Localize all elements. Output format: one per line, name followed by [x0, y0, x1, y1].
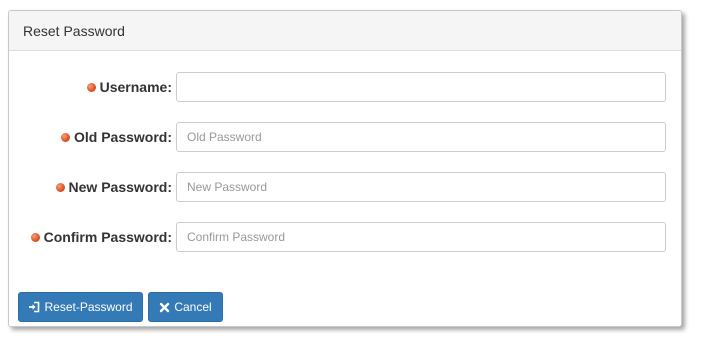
required-dot-icon: [30, 232, 40, 242]
sign-in-icon: [28, 301, 40, 313]
confirm-password-input[interactable]: [176, 222, 666, 252]
confirm-password-label: Confirm Password:: [43, 229, 172, 245]
username-input[interactable]: [176, 72, 666, 102]
required-dot-icon: [86, 82, 96, 92]
new-password-row: New Password:: [9, 172, 683, 202]
reset-password-panel: Reset Password Username: Old Password: N…: [8, 10, 682, 327]
old-password-label: Old Password:: [73, 129, 172, 145]
cancel-label: Cancel: [174, 300, 212, 314]
panel-title: Reset Password: [9, 11, 681, 51]
new-password-input[interactable]: [176, 172, 666, 202]
old-password-row: Old Password:: [9, 122, 683, 152]
username-row: Username:: [9, 72, 683, 102]
username-label: Username:: [99, 79, 172, 95]
username-label-wrap: Username:: [86, 72, 172, 102]
old-password-input[interactable]: [176, 122, 666, 152]
new-password-label-wrap: New Password:: [55, 172, 172, 202]
required-dot-icon: [55, 182, 65, 192]
confirm-password-row: Confirm Password:: [9, 222, 683, 252]
reset-password-button[interactable]: Reset-Password: [18, 292, 143, 322]
required-dot-icon: [60, 132, 70, 142]
new-password-label: New Password:: [68, 179, 172, 195]
cancel-button[interactable]: Cancel: [148, 292, 223, 322]
old-password-label-wrap: Old Password:: [60, 122, 172, 152]
close-icon: [159, 302, 170, 313]
confirm-password-label-wrap: Confirm Password:: [30, 222, 172, 252]
reset-password-label: Reset-Password: [44, 300, 133, 314]
